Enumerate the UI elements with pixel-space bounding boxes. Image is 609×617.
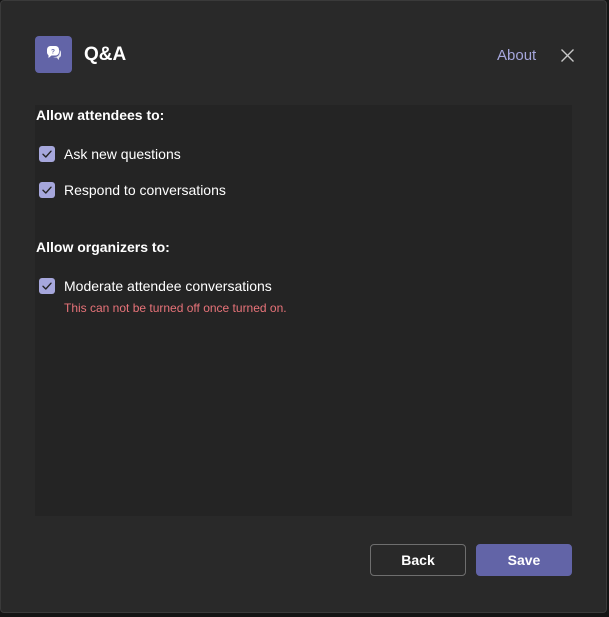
about-link[interactable]: About bbox=[497, 47, 536, 65]
qa-settings-dialog: ? Q&A About Allow attendees to: Ask new … bbox=[0, 0, 607, 613]
svg-text:?: ? bbox=[51, 48, 55, 55]
moderate-conversations-checkbox[interactable] bbox=[39, 278, 55, 294]
ask-new-questions-label: Ask new questions bbox=[64, 145, 181, 162]
back-button[interactable]: Back bbox=[370, 544, 466, 576]
ask-new-questions-checkbox[interactable] bbox=[39, 146, 55, 162]
respond-to-conversations-label: Respond to conversations bbox=[64, 181, 226, 198]
respond-to-conversations-option[interactable]: Respond to conversations bbox=[39, 181, 226, 199]
checkmark-icon bbox=[42, 150, 52, 158]
save-button[interactable]: Save bbox=[476, 544, 572, 576]
moderation-warning-text: This can not be turned off once turned o… bbox=[64, 301, 287, 315]
ask-new-questions-option[interactable]: Ask new questions bbox=[39, 145, 181, 163]
chat-bubbles-icon: ? bbox=[46, 45, 61, 60]
respond-to-conversations-checkbox[interactable] bbox=[39, 182, 55, 198]
dialog-title: Q&A bbox=[84, 44, 127, 65]
checkmark-icon bbox=[42, 186, 52, 194]
close-button[interactable] bbox=[558, 46, 577, 65]
attendees-section-heading: Allow attendees to: bbox=[36, 107, 165, 123]
close-icon bbox=[561, 49, 574, 62]
moderate-conversations-label: Moderate attendee conversations bbox=[64, 277, 272, 294]
organizers-section-heading: Allow organizers to: bbox=[36, 239, 170, 255]
moderate-conversations-option[interactable]: Moderate attendee conversations bbox=[39, 277, 272, 295]
qa-app-icon: ? bbox=[35, 36, 72, 73]
checkmark-icon bbox=[42, 282, 52, 290]
